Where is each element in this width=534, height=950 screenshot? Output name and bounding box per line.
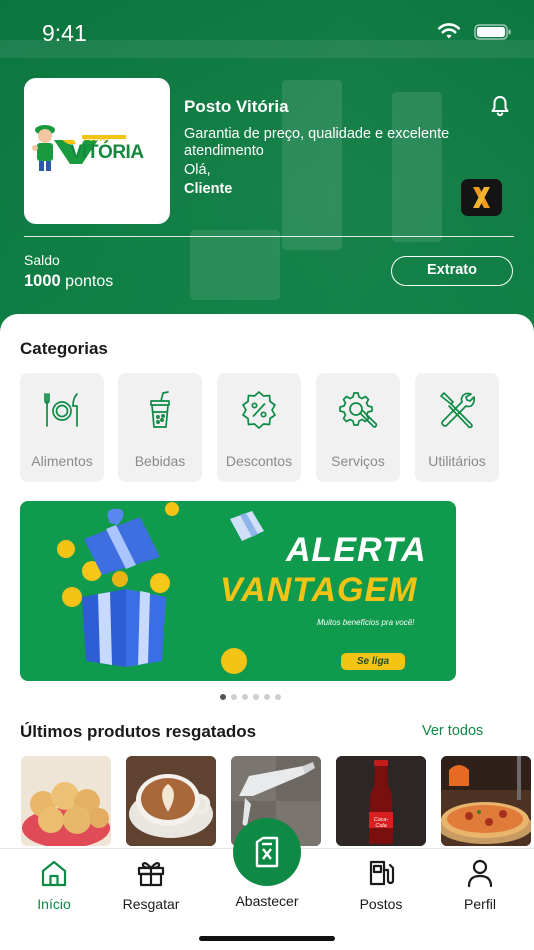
home-icon — [41, 860, 67, 887]
background-car — [190, 230, 280, 300]
carousel-dot[interactable] — [242, 694, 248, 700]
coca-cola-bottle-image — [336, 756, 426, 846]
carousel-dots[interactable] — [220, 694, 284, 700]
promo-banner[interactable]: ALERTA VANTAGEM Muitos benefícios pra vo… — [20, 501, 456, 681]
gift-icon — [137, 862, 165, 887]
carousel-dot[interactable] — [264, 694, 270, 700]
product-cappuccino[interactable] — [126, 756, 216, 846]
carousel-dot[interactable] — [275, 694, 281, 700]
bell-icon[interactable] — [488, 94, 512, 118]
category-label: Alimentos — [31, 453, 93, 469]
nav-inicio[interactable]: Início — [9, 850, 99, 920]
x-logo-icon — [473, 187, 490, 208]
nav-postos[interactable]: Postos — [336, 850, 426, 920]
category-servicos[interactable]: Serviços — [316, 373, 400, 482]
category-utilitarios[interactable]: Utilitários — [415, 373, 499, 482]
nav-label: Perfil — [464, 896, 496, 912]
user-name: Cliente — [184, 181, 233, 197]
carousel-dot[interactable] — [253, 694, 259, 700]
nav-resgatar[interactable]: Resgatar — [106, 850, 196, 920]
store-tagline: Garantia de preço, qualidade e excelente… — [184, 126, 450, 159]
recent-products-title: Últimos produtos resgatados — [20, 722, 257, 741]
category-descontos[interactable]: Descontos — [217, 373, 301, 482]
background-pump — [392, 92, 442, 242]
user-icon — [467, 859, 493, 888]
category-label: Bebidas — [134, 453, 186, 469]
status-time: 9:41 — [42, 20, 87, 46]
category-label: Serviços — [331, 453, 385, 469]
fuel-can-icon — [255, 836, 279, 868]
nav-label: Início — [37, 896, 71, 912]
balance-unit: pontos — [65, 273, 114, 290]
nav-label: Resgatar — [122, 896, 180, 912]
status-bar: 9:41 — [0, 0, 534, 60]
category-label: Descontos — [225, 453, 293, 469]
battery-icon — [474, 24, 511, 40]
categories-title: Categorias — [20, 339, 108, 358]
home-indicator — [199, 936, 335, 941]
fuel-station-icon — [369, 860, 395, 886]
header-hero: 9:41 POSTO VITÓRIA Posto Vitória Garanti… — [0, 0, 534, 340]
greeting-text: Olá, — [184, 162, 211, 178]
pao-de-queijo-image — [21, 756, 111, 846]
cappuccino-image — [126, 756, 216, 846]
nav-perfil[interactable]: Perfil — [435, 850, 525, 920]
carousel-dot-active[interactable] — [220, 694, 226, 700]
banner-subtitle: Muitos benefícios pra você! — [317, 618, 415, 627]
header-divider — [24, 236, 514, 237]
partner-app-badge[interactable] — [461, 179, 502, 216]
tools-icon — [440, 392, 476, 429]
category-alimentos[interactable]: Alimentos — [20, 373, 104, 482]
discount-badge-icon — [242, 391, 276, 429]
background-pump — [282, 80, 342, 250]
logo-text-main: VITÓRIA — [70, 142, 144, 163]
store-name: Posto Vitória — [184, 97, 289, 116]
gear-wrench-icon — [339, 392, 378, 428]
extract-button[interactable]: Extrato — [391, 256, 513, 286]
nav-label: Postos — [359, 896, 403, 912]
see-all-link[interactable]: Ver todos — [422, 723, 483, 739]
product-pizza[interactable] — [441, 756, 531, 846]
fuel-label: Abastecer — [235, 893, 299, 909]
balance-amount: 1000 — [24, 272, 61, 290]
cutlery-plate-icon — [44, 393, 78, 427]
drink-cup-icon — [150, 391, 170, 428]
banner-cta-button[interactable]: Se liga — [341, 653, 405, 670]
fuel-button[interactable] — [233, 818, 301, 886]
banner-title-line2: VANTAGEM — [220, 571, 418, 609]
wifi-icon — [437, 23, 461, 39]
balance-value: 1000 pontos — [24, 272, 113, 291]
product-coca-cola[interactable]: Coca-Cola — [336, 756, 426, 846]
banner-title-line1: ALERTA — [286, 531, 427, 569]
coca-cola-label: Coca-Cola — [373, 817, 389, 829]
carousel-dot[interactable] — [231, 694, 237, 700]
category-label: Utilitários — [428, 453, 486, 469]
pizza-image — [441, 756, 531, 846]
product-pao-de-queijo[interactable] — [21, 756, 111, 846]
store-logo: POSTO VITÓRIA — [24, 78, 170, 224]
balance-label: Saldo — [24, 252, 60, 268]
category-bebidas[interactable]: Bebidas — [118, 373, 202, 482]
